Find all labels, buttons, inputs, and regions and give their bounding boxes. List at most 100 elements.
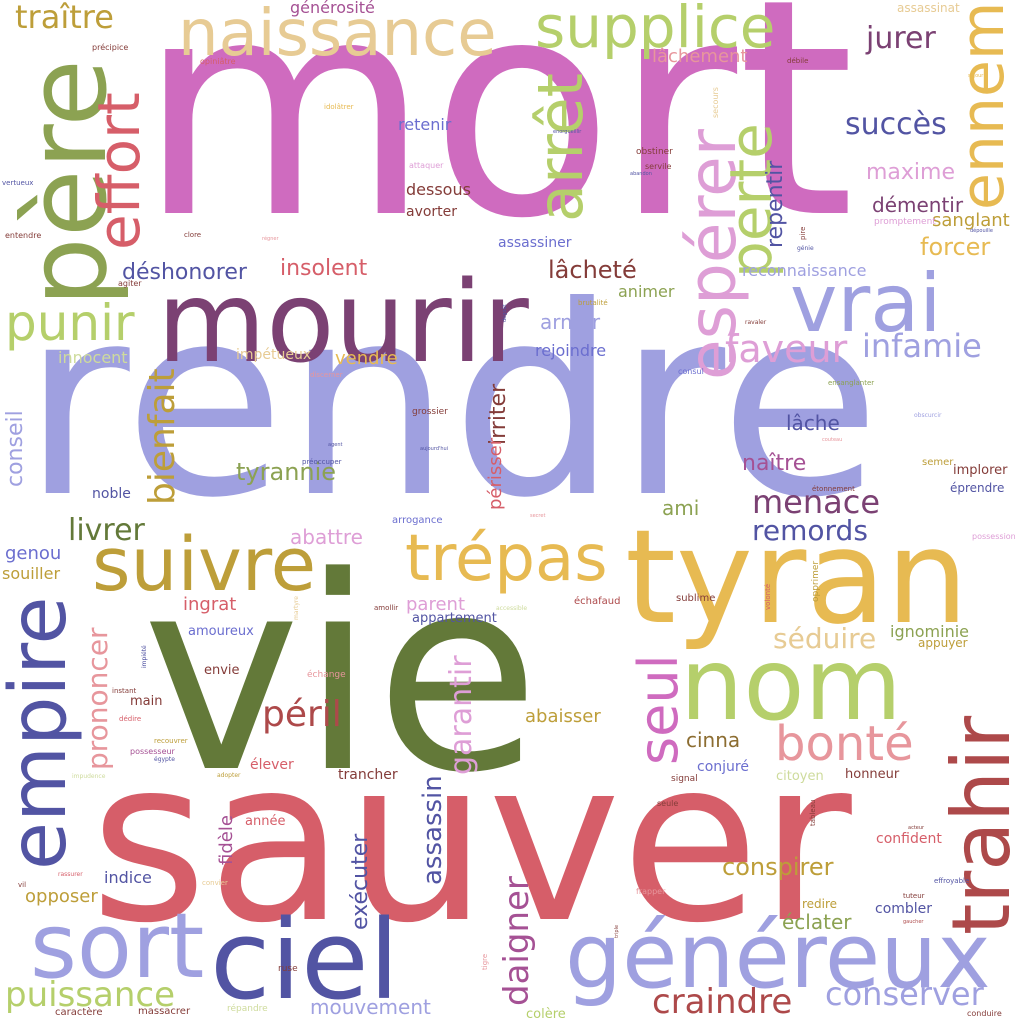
- word-convier: convier: [202, 879, 228, 887]
- word-eprendre: éprendre: [950, 481, 1005, 495]
- word-noble: noble: [92, 486, 131, 502]
- word-effroyable: effroyable: [934, 877, 970, 885]
- word-main: main: [130, 694, 163, 709]
- word-fidele: fidèle: [216, 815, 237, 865]
- word-empire: empire: [0, 596, 84, 871]
- word-ruse: ruse: [278, 964, 298, 974]
- word-depouille: dépouille: [970, 228, 993, 234]
- word-discerner: discerner: [310, 371, 343, 379]
- word-assassin: assassin: [418, 775, 448, 885]
- word-abattre: abattre: [290, 525, 363, 549]
- word-recouvrer: recouvrer: [154, 737, 188, 745]
- word-avorter: avorter: [406, 204, 458, 220]
- word-bonte: bonté: [775, 716, 914, 772]
- word-precipice: précipice: [92, 43, 129, 52]
- word-conseil: conseil: [3, 410, 28, 487]
- word-degout: dégoût: [502, 304, 508, 322]
- word-impiete: impiété: [141, 645, 148, 668]
- word-opprimer: opprimer: [811, 560, 821, 602]
- word-gaucher: gaucher: [903, 919, 924, 925]
- word-attaquer: attaquer: [409, 161, 444, 170]
- word-cloud: mort rendre vie sauver tyran mourir père…: [0, 0, 1024, 1024]
- word-obscurcir: obscurcir: [914, 412, 942, 419]
- word-bienfait: bienfait: [142, 368, 183, 505]
- word-agent: agent: [328, 442, 343, 448]
- word-amollir: amollir: [374, 604, 399, 612]
- word-lache: lâche: [786, 411, 840, 435]
- word-effort: effort: [85, 92, 153, 250]
- word-couteau: couteau: [822, 437, 843, 443]
- word-caractere: caractère: [55, 1007, 103, 1018]
- word-seule: seule: [657, 799, 679, 808]
- word-livrer: livrer: [68, 513, 145, 548]
- word-repandre: répandre: [227, 1004, 268, 1014]
- word-impudence: impudence: [72, 773, 106, 780]
- word-idolatrer: idolâtrer: [324, 103, 354, 111]
- word-promptement: promptement: [874, 217, 936, 227]
- word-aujourdhui: aujourd'hui: [420, 446, 449, 452]
- word-massacrer: massacrer: [138, 1006, 191, 1017]
- word-rejoindre: rejoindre: [535, 341, 607, 360]
- word-enorgueillir: enorgueillir: [553, 129, 582, 135]
- word-clore: clore: [184, 231, 202, 239]
- word-honneur: honneur: [845, 767, 900, 782]
- word-seul: seul: [627, 654, 690, 765]
- word-instant: instant: [112, 687, 137, 695]
- word-regner: régner: [262, 236, 279, 242]
- word-armer: armer: [540, 310, 601, 334]
- word-vendre: vendre: [335, 348, 398, 369]
- word-assassinat: assassinat: [897, 1, 960, 15]
- word-arret: arrêt: [524, 73, 597, 222]
- word-opiniatre: opiniâtre: [200, 57, 236, 66]
- word-ami: ami: [662, 496, 700, 520]
- word-possesseur: possesseur: [130, 747, 175, 756]
- word-prononcer: prononcer: [81, 627, 114, 770]
- word-conduire: conduire: [967, 1009, 1002, 1018]
- word-repentir: repentir: [763, 160, 788, 248]
- word-forcer: forcer: [920, 233, 991, 261]
- word-echange: échange: [307, 670, 346, 680]
- word-consul: consul: [678, 367, 704, 376]
- word-traitre: traître: [15, 0, 114, 36]
- word-entendre: entendre: [5, 231, 42, 240]
- word-colere: colère: [526, 1007, 566, 1022]
- word-impetueux: impétueux: [236, 347, 312, 363]
- word-reconnaissance: reconnaissance: [742, 261, 867, 280]
- word-souiller: souiller: [2, 564, 61, 583]
- word-grossier: grossier: [412, 407, 448, 417]
- word-lachement: lâchement: [652, 46, 748, 67]
- word-egypte: égypte: [154, 756, 175, 763]
- word-abaisser: abaisser: [525, 706, 601, 727]
- word-brutalite: brutalité: [578, 299, 608, 307]
- word-signal: signal: [671, 774, 698, 784]
- word-pire: pire: [799, 226, 807, 240]
- word-jurer: jurer: [866, 21, 936, 56]
- word-elever: élever: [250, 757, 294, 773]
- word-possession: possession: [972, 532, 1016, 541]
- word-confident: confident: [876, 831, 942, 847]
- word-sejour: séjour: [968, 73, 984, 79]
- word-trahir: trahir: [935, 715, 1024, 935]
- word-ravaler: ravaler: [745, 319, 767, 326]
- word-redire: redire: [802, 897, 838, 911]
- word-accessible: accessible: [496, 605, 528, 612]
- word-abandon: abandon: [630, 171, 652, 177]
- word-maxime: maxime: [866, 160, 956, 185]
- word-garantir: garantir: [444, 655, 479, 775]
- word-semer: semer: [922, 457, 954, 468]
- word-conserver: conserver: [825, 975, 984, 1013]
- word-perisser: périsser: [485, 437, 506, 510]
- word-ennemi: ennemi: [948, 0, 1018, 210]
- word-infamie: infamie: [862, 327, 982, 365]
- word-cinna: cinna: [686, 728, 741, 752]
- word-agiter: agiter: [118, 279, 142, 288]
- word-genie: génie: [797, 245, 814, 252]
- word-ensanglanter: ensanglanter: [828, 379, 875, 387]
- word-implorer: implorer: [953, 463, 1008, 478]
- word-acteur: acteur: [908, 825, 925, 831]
- word-innocent: innocent: [58, 348, 128, 367]
- word-generosite: générosité: [290, 0, 375, 17]
- word-etonnement: étonnement: [812, 485, 855, 493]
- word-secret: secret: [530, 513, 546, 519]
- word-obstiner: obstiner: [636, 147, 673, 157]
